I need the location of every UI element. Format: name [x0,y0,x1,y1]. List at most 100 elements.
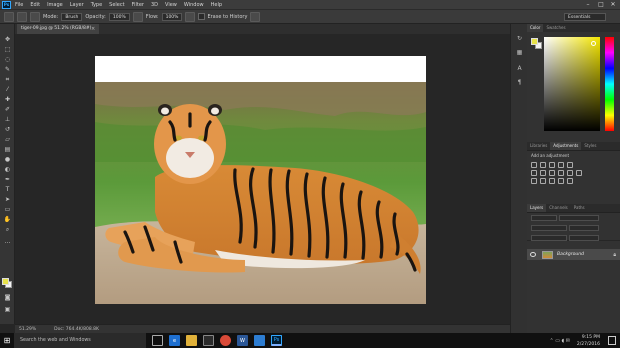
menu-filter[interactable]: Filter [132,2,144,8]
store-icon[interactable] [203,335,214,346]
pressure-size-icon[interactable] [250,11,261,22]
photo-filter-icon[interactable] [558,170,564,176]
gradient-icon[interactable]: ▤ [3,146,12,153]
mail-icon[interactable] [254,335,265,346]
airbrush-icon[interactable] [185,11,196,22]
vibrance-icon[interactable] [567,162,573,168]
tab-adjustments[interactable]: Adjustments [550,142,582,150]
mode-select[interactable]: Brush [61,12,83,21]
panel-foreground-swatch[interactable] [531,38,538,45]
curves-icon[interactable] [549,162,555,168]
color-lookup-icon[interactable] [576,170,582,176]
more-tools-icon[interactable]: … [3,238,12,245]
minimize-icon[interactable]: – [582,0,594,9]
selective-color-icon[interactable] [567,178,573,184]
edge-icon[interactable]: e [169,335,180,346]
lock-options[interactable] [531,235,567,241]
tab-color[interactable]: Color [527,24,544,32]
foreground-color-swatch[interactable] [2,278,9,285]
workspace-select[interactable]: Essentials [564,13,606,21]
menu-select[interactable]: Select [109,2,124,8]
blend-mode-select[interactable] [531,225,567,231]
zoom-icon[interactable]: ⌕ [3,226,12,233]
threshold-icon[interactable] [549,178,555,184]
tab-swatches[interactable]: Swatches [543,24,568,32]
system-tray-icons[interactable]: ⌃ ▭ ◖ ✉ [549,338,570,344]
gradient-map-icon[interactable] [558,178,564,184]
color-picker-field[interactable] [544,37,600,131]
menu-3d[interactable]: 3D [151,2,158,8]
menu-image[interactable]: Image [47,2,63,8]
hue-saturation-icon[interactable] [531,170,537,176]
black-white-icon[interactable] [549,170,555,176]
tab-paths[interactable]: Paths [571,204,588,212]
layer-fill-field[interactable] [569,235,599,241]
properties-panel-icon[interactable]: ▦ [515,48,524,56]
history-panel-icon[interactable]: ↻ [515,34,524,42]
clock[interactable]: 9:15 PM 2/27/2016 [577,333,600,348]
quick-mask-icon[interactable]: ◙ [3,294,12,301]
character-panel-icon[interactable]: A [515,64,524,72]
quick-select-icon[interactable]: ✎ [3,66,12,73]
tab-styles[interactable]: Styles [581,142,599,150]
marquee-icon[interactable]: ⬚ [3,46,12,53]
brush-icon[interactable]: ✐ [3,106,12,113]
opacity-field[interactable]: 100% [108,12,130,21]
brush-preset-icon[interactable] [17,11,27,22]
type-icon[interactable]: T [3,186,12,193]
path-select-icon[interactable]: ➤ [3,196,12,203]
tiger-photo[interactable] [95,82,426,304]
crop-icon[interactable]: ⌗ [3,76,12,83]
menu-help[interactable]: Help [211,2,222,8]
color-balance-icon[interactable] [540,170,546,176]
layer-row-background[interactable]: Background 🔒︎ [527,249,620,260]
menu-edit[interactable]: Edit [30,2,40,8]
dodge-icon[interactable]: ◐ [3,166,12,173]
maximize-icon[interactable]: □ [595,0,607,9]
layer-filter-icons[interactable] [559,215,599,221]
posterize-icon[interactable] [540,178,546,184]
channel-mixer-icon[interactable] [567,170,573,176]
notifications-icon[interactable] [608,336,616,345]
tab-channels[interactable]: Channels [546,204,571,212]
exposure-icon[interactable] [558,162,564,168]
eye-icon[interactable] [530,252,536,257]
erase-history-checkbox[interactable] [198,13,206,20]
blur-icon[interactable]: ● [3,156,12,163]
menu-window[interactable]: Window [184,2,204,8]
invert-icon[interactable] [531,178,537,184]
pressure-opacity-icon[interactable] [132,11,143,22]
paragraph-panel-icon[interactable]: ¶ [515,78,524,86]
layer-opacity-field[interactable] [569,225,599,231]
task-view-icon[interactable] [152,335,163,346]
screen-mode-icon[interactable]: ▣ [3,306,12,313]
taskbar-search[interactable]: Search the web and Windows [14,333,146,348]
eraser-icon[interactable] [4,11,14,22]
tab-libraries[interactable]: Libraries [527,142,550,150]
file-explorer-icon[interactable] [186,335,197,346]
levels-icon[interactable] [540,162,546,168]
menu-type[interactable]: Type [91,2,102,8]
close-icon[interactable]: ✕ [607,0,619,9]
flow-field[interactable]: 100% [161,12,183,21]
eyedropper-icon[interactable]: ⁄ [3,86,12,93]
photoshop-taskbar-icon[interactable]: Ps [271,335,282,346]
chrome-icon[interactable] [220,335,231,346]
color-picker-marker[interactable] [591,41,596,46]
eraser-icon[interactable]: ▱ [3,136,12,143]
rectangle-icon[interactable]: ▭ [3,206,12,213]
move-icon[interactable]: ✥ [3,36,12,43]
brush-panel-icon[interactable] [30,11,40,22]
word-icon[interactable]: W [237,335,248,346]
menu-layer[interactable]: Layer [70,2,84,8]
tab-layers[interactable]: Layers [527,204,547,212]
menu-view[interactable]: View [165,2,177,8]
zoom-level[interactable]: 51.29% [19,327,36,332]
clone-stamp-icon[interactable]: ⊥ [3,116,12,123]
windows-start-icon[interactable]: ⊞ [0,333,14,348]
layer-filter-select[interactable] [531,215,557,221]
hand-icon[interactable]: ✋ [3,216,12,223]
pen-icon[interactable]: ✒ [3,176,12,183]
lasso-icon[interactable]: ◌ [3,56,12,63]
close-tab-icon[interactable]: × [91,24,95,34]
